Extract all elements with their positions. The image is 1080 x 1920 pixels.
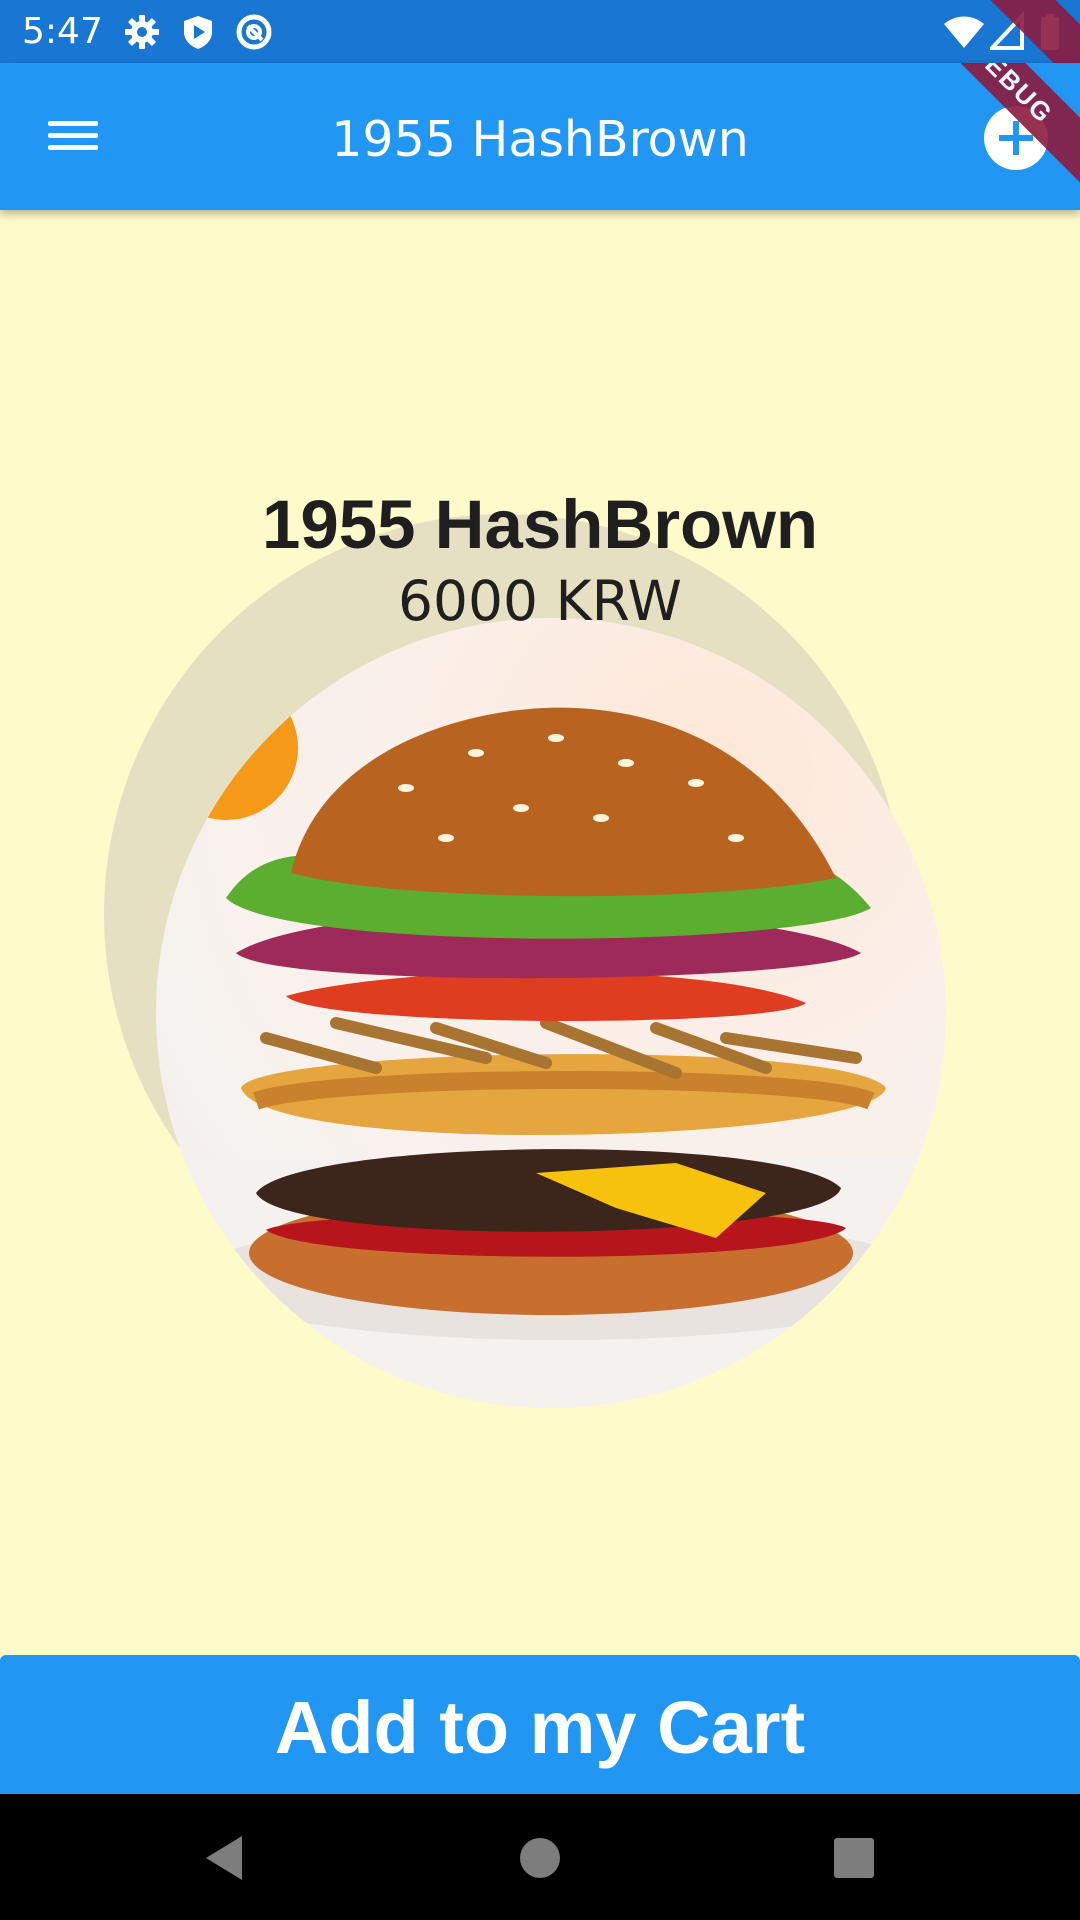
- back-triangle-icon: [206, 1836, 242, 1880]
- burger-illustration: [156, 676, 946, 1408]
- burger-photo: [156, 618, 946, 1408]
- product-price: 6000 KRW: [398, 569, 682, 633]
- at-sign-icon: [234, 12, 274, 52]
- recents-square-icon: [834, 1838, 874, 1878]
- back-button[interactable]: [198, 1830, 254, 1886]
- status-bar: 5:47: [0, 0, 1080, 112]
- recents-button[interactable]: [826, 1830, 882, 1886]
- add-to-cart-button[interactable]: Add to my Cart: [0, 1655, 1080, 1794]
- status-time: 5:47: [22, 11, 103, 52]
- app-bar: 1955 HashBrown DEBUG: [0, 63, 1080, 210]
- system-navigation-bar: [0, 1794, 1080, 1920]
- product-title: 1955 HashBrown: [261, 486, 819, 563]
- home-button[interactable]: [512, 1830, 568, 1886]
- shield-play-icon: [178, 12, 218, 52]
- app-title: 1955 HashBrown: [331, 111, 749, 168]
- add-to-cart-label: Add to my Cart: [274, 1686, 806, 1769]
- wifi-icon: [942, 12, 986, 52]
- gear-icon: [122, 12, 162, 52]
- home-circle-icon: [520, 1838, 560, 1878]
